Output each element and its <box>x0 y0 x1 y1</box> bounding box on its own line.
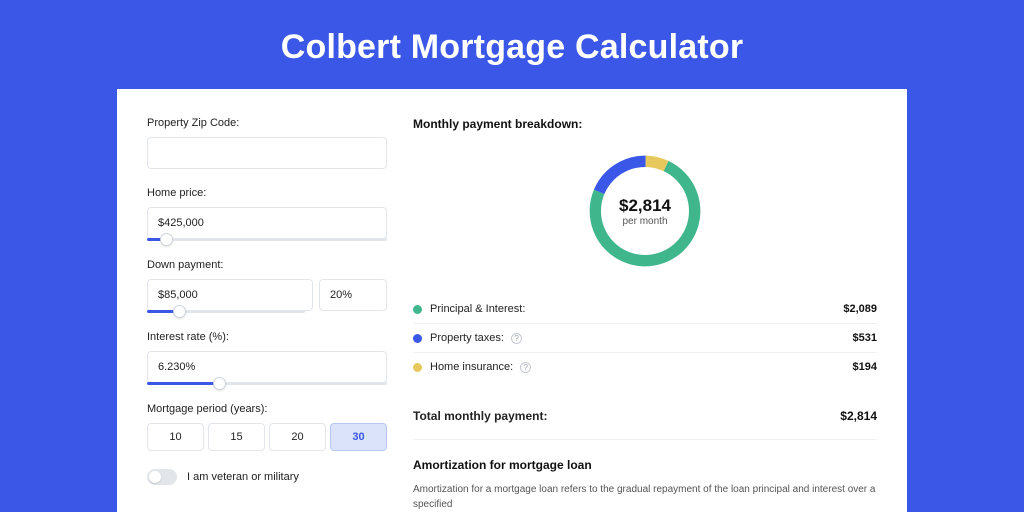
info-icon[interactable]: ? <box>511 333 522 344</box>
veteran-toggle-row: I am veteran or military <box>147 469 387 485</box>
legend-dot <box>413 334 422 343</box>
dp-slider[interactable] <box>147 310 305 313</box>
rate-label: Interest rate (%): <box>147 331 387 343</box>
period-label: Mortgage period (years): <box>147 403 387 415</box>
page-title: Colbert Mortgage Calculator <box>0 0 1024 89</box>
zip-field: Property Zip Code: <box>147 117 387 169</box>
dp-label: Down payment: <box>147 259 387 271</box>
legend-label: Property taxes: ? <box>430 332 853 344</box>
breakdown-legend: Principal & Interest:$2,089Property taxe… <box>413 295 877 381</box>
donut-center-sub: per month <box>622 216 667 227</box>
amortization-body: Amortization for a mortgage loan refers … <box>413 482 877 512</box>
zip-input[interactable] <box>147 137 387 169</box>
legend-row: Principal & Interest:$2,089 <box>413 295 877 324</box>
total-label: Total monthly payment: <box>413 409 840 423</box>
dp-percent-input[interactable] <box>319 279 387 311</box>
legend-dot <box>413 305 422 314</box>
info-icon[interactable]: ? <box>520 362 531 373</box>
total-row: Total monthly payment: $2,814 <box>413 399 877 440</box>
legend-row: Home insurance: ?$194 <box>413 353 877 381</box>
veteran-label: I am veteran or military <box>187 471 299 483</box>
legend-dot <box>413 363 422 372</box>
donut-center-amount: $2,814 <box>619 196 671 216</box>
downpayment-field: Down payment: <box>147 259 387 313</box>
period-option-30[interactable]: 30 <box>330 423 387 451</box>
period-option-10[interactable]: 10 <box>147 423 204 451</box>
amortization-title: Amortization for mortgage loan <box>413 458 877 472</box>
calculator-card: Property Zip Code: Home price: Down paym… <box>117 89 907 512</box>
dp-amount-input[interactable] <box>147 279 313 311</box>
legend-value: $194 <box>853 361 877 373</box>
breakdown-panel: Monthly payment breakdown: $2,814 per mo… <box>413 117 877 512</box>
price-label: Home price: <box>147 187 387 199</box>
amortization-section: Amortization for mortgage loan Amortizat… <box>413 440 877 512</box>
legend-label: Principal & Interest: <box>430 303 843 315</box>
rate-input[interactable] <box>147 351 387 383</box>
price-input[interactable] <box>147 207 387 239</box>
slider-thumb[interactable] <box>213 377 226 390</box>
payment-donut-chart: $2,814 per month <box>583 149 707 273</box>
legend-label: Home insurance: ? <box>430 361 853 373</box>
form-panel: Property Zip Code: Home price: Down paym… <box>147 117 387 512</box>
breakdown-title: Monthly payment breakdown: <box>413 117 877 131</box>
zip-label: Property Zip Code: <box>147 117 387 129</box>
rate-slider[interactable] <box>147 382 387 385</box>
rate-field: Interest rate (%): <box>147 331 387 385</box>
veteran-toggle[interactable] <box>147 469 177 485</box>
price-slider[interactable] <box>147 238 387 241</box>
legend-row: Property taxes: ?$531 <box>413 324 877 353</box>
legend-value: $531 <box>853 332 877 344</box>
total-value: $2,814 <box>840 409 877 423</box>
period-option-15[interactable]: 15 <box>208 423 265 451</box>
period-field: Mortgage period (years): 10152030 <box>147 403 387 451</box>
period-option-20[interactable]: 20 <box>269 423 326 451</box>
slider-thumb[interactable] <box>173 305 186 318</box>
slider-thumb[interactable] <box>160 233 173 246</box>
price-field: Home price: <box>147 187 387 241</box>
legend-value: $2,089 <box>843 303 877 315</box>
